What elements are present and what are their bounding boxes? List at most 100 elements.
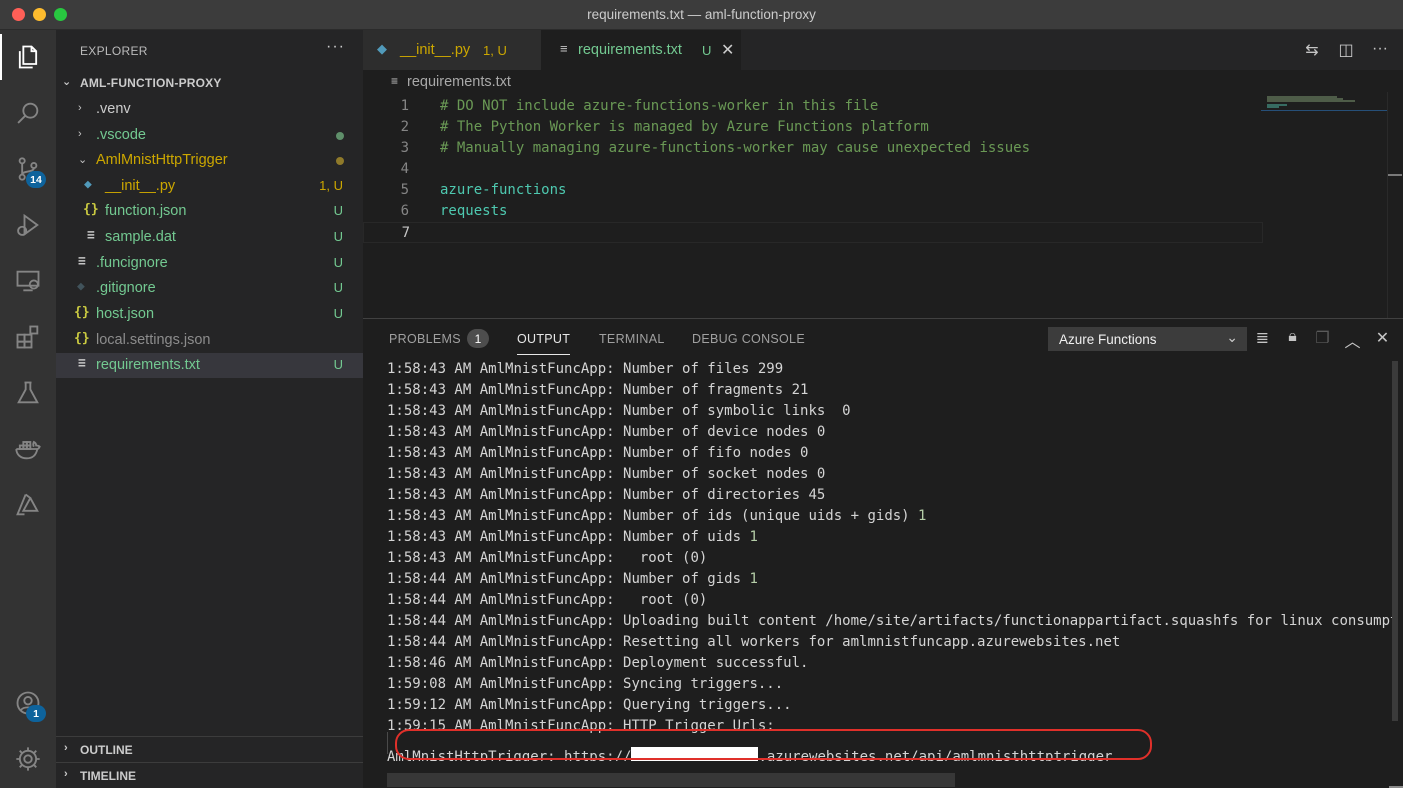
output-horizontal-scrollbar[interactable] <box>387 773 955 787</box>
more-actions-icon[interactable]: ··· <box>1371 40 1389 60</box>
tab-init-py[interactable]: ◆ __init__.py 1, U <box>363 30 541 70</box>
remote-explorer-button[interactable] <box>0 256 56 306</box>
open-changes-icon[interactable]: ⇆ <box>1303 40 1321 60</box>
editor-tabs: ◆ __init__.py 1, U ≡ requirements.txt U … <box>363 30 1403 70</box>
code-line: 3 # Manually managing azure-functions-wor… <box>400 140 1031 156</box>
chevron-down-icon: ⌄ <box>1226 329 1238 345</box>
run-debug-button[interactable] <box>0 200 56 250</box>
tree-item-host-json[interactable]: {} host.json U <box>56 302 363 327</box>
panel-actions: ≣ 🔒︎ ❐ ︿ ✕ <box>1253 328 1392 352</box>
search-icon <box>17 102 39 124</box>
lock-icon[interactable]: 🔒︎ <box>1283 328 1302 352</box>
split-editor-icon[interactable]: ◫ <box>1337 40 1355 60</box>
output-line: 1:58:43 AM AmlMnistFuncApp: root (0) <box>387 550 708 566</box>
tree-item-init-py[interactable]: ◆ __init__.py 1, U <box>56 174 363 199</box>
close-panel-icon[interactable]: ✕ <box>1373 328 1392 352</box>
code-line: 5 azure-functions <box>400 182 567 198</box>
tree-item-function-json[interactable]: {} function.json U <box>56 199 363 224</box>
files-icon <box>18 45 38 69</box>
tree-item-gitignore[interactable]: ◆ .gitignore U <box>56 276 363 301</box>
chevron-right-icon: › <box>78 128 82 140</box>
outline-section[interactable]: › OUTLINE <box>56 736 363 761</box>
untracked-dot <box>336 132 344 140</box>
output-channel-select[interactable]: Azure Functions ⌄ <box>1048 327 1247 351</box>
tab-debug-console[interactable]: DEBUG CONSOLE <box>692 332 805 346</box>
window-title: requirements.txt — aml-function-proxy <box>587 7 816 22</box>
workspace-root[interactable]: ⌄ AML-FUNCTION-PROXY <box>56 72 363 94</box>
docker-button[interactable] <box>0 424 56 474</box>
output-line: 1:58:46 AM AmlMnistFuncApp: Deployment s… <box>387 655 809 671</box>
tab-problems[interactable]: PROBLEMS <box>389 332 461 346</box>
output-line: 1:58:44 AM AmlMnistFuncApp: Resetting al… <box>387 634 1121 650</box>
close-tab-icon[interactable]: ✕ <box>721 40 734 60</box>
flask-icon <box>17 381 39 404</box>
tree-item-vscode[interactable]: › .vscode <box>56 123 363 148</box>
gear-icon <box>16 747 40 771</box>
output-scrollbar[interactable] <box>1389 361 1403 788</box>
output-line: 1:58:43 AM AmlMnistFuncApp: Number of fi… <box>387 361 784 377</box>
output-line: 1:58:43 AM AmlMnistFuncApp: Number of de… <box>387 424 826 440</box>
explorer-button[interactable] <box>0 32 56 82</box>
run-debug-icon <box>17 213 39 237</box>
search-button[interactable] <box>0 88 56 138</box>
tab-requirements-txt[interactable]: ≡ requirements.txt U ✕ <box>541 30 741 70</box>
docker-icon <box>15 440 41 460</box>
testing-button[interactable] <box>0 368 56 418</box>
activity-bar: 14 1 <box>0 30 56 788</box>
chevron-right-icon: › <box>64 768 68 780</box>
azure-button[interactable] <box>0 480 56 530</box>
clear-output-icon[interactable]: ≣ <box>1253 328 1272 352</box>
sidebar-title: EXPLORER <box>80 44 148 58</box>
source-control-badge: 14 <box>26 171 46 188</box>
json-file-icon: {} <box>74 331 90 346</box>
json-file-icon: {} <box>74 305 90 320</box>
output-line: 1:58:43 AM AmlMnistFuncApp: Number of ui… <box>387 529 758 545</box>
tab-terminal[interactable]: TERMINAL <box>599 332 665 346</box>
output-line: 1:58:44 AM AmlMnistFuncApp: Uploading bu… <box>387 613 1392 629</box>
text-file-icon: ≡ <box>78 356 86 371</box>
problems-count-badge: 1 <box>467 329 489 348</box>
chevron-right-icon: › <box>78 102 82 114</box>
tree-item-local-settings-json[interactable]: {} local.settings.json <box>56 328 363 353</box>
accounts-button[interactable]: 1 <box>0 678 56 728</box>
tab-output[interactable]: OUTPUT <box>517 332 571 355</box>
tree-item-venv[interactable]: › .venv <box>56 97 363 122</box>
output-line: 1:58:44 AM AmlMnistFuncApp: root (0) <box>387 592 708 608</box>
copy-icon[interactable]: ❐ <box>1313 328 1332 352</box>
title-bar: requirements.txt — aml-function-proxy <box>0 0 1403 30</box>
minimap-viewport <box>1261 110 1387 111</box>
more-actions-icon[interactable]: ··· <box>326 38 345 56</box>
code-line: 6 requests <box>400 203 508 219</box>
code-line: 4 <box>400 161 409 177</box>
extensions-button[interactable] <box>0 312 56 362</box>
modified-dot <box>336 157 344 165</box>
sidebar-header: EXPLORER ··· <box>56 30 363 70</box>
highlight-annotation <box>395 729 1152 760</box>
minimap[interactable] <box>1261 92 1387 312</box>
tree-item-requirements-txt[interactable]: ≡ requirements.txt U <box>56 353 363 378</box>
text-cursor <box>387 732 388 754</box>
remote-explorer-icon <box>16 270 40 292</box>
azure-icon <box>16 493 39 516</box>
timeline-section[interactable]: › TIMELINE <box>56 762 363 787</box>
output-line: 1:59:08 AM AmlMnistFuncApp: Syncing trig… <box>387 676 784 692</box>
editor-actions: ⇆ ◫ ··· <box>1303 40 1389 60</box>
extensions-icon <box>16 325 39 349</box>
maximize-panel-icon[interactable]: ︿ <box>1343 328 1362 352</box>
output-line: 1:58:43 AM AmlMnistFuncApp: Number of sy… <box>387 403 851 419</box>
output-line: 1:58:43 AM AmlMnistFuncApp: Number of so… <box>387 466 826 482</box>
panel-tabs: PROBLEMS 1 OUTPUT TERMINAL DEBUG CONSOLE… <box>363 319 1403 359</box>
tree-item-amlmnisthttptrigger[interactable]: ⌄ AmlMnistHttpTrigger <box>56 148 363 173</box>
tree-item-funcignore[interactable]: ≡ .funcignore U <box>56 251 363 276</box>
chevron-down-icon: ⌄ <box>62 76 72 88</box>
json-file-icon: {} <box>83 202 99 217</box>
editor-scrollbar[interactable] <box>1387 92 1402 318</box>
manage-button[interactable] <box>0 734 56 784</box>
explorer-sidebar: EXPLORER ··· ⌄ AML-FUNCTION-PROXY › .ven… <box>56 30 363 788</box>
tree-item-sample-dat[interactable]: ≡ sample.dat U <box>56 225 363 250</box>
output-log[interactable]: 1:58:43 AM AmlMnistFuncApp: Number of fi… <box>387 361 1392 761</box>
chevron-right-icon: › <box>64 742 68 754</box>
bottom-panel: PROBLEMS 1 OUTPUT TERMINAL DEBUG CONSOLE… <box>363 318 1403 788</box>
source-control-button[interactable]: 14 <box>0 144 56 194</box>
git-file-icon: ◆ <box>77 279 85 294</box>
